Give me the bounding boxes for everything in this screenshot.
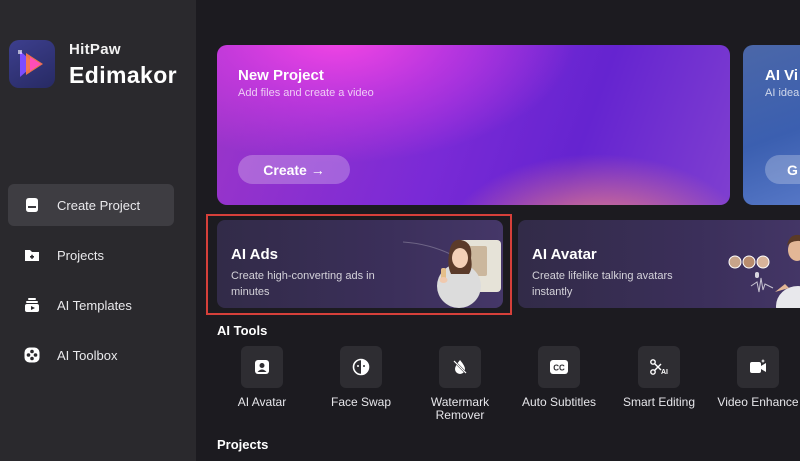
ai-ads-highlight-box: [206, 214, 512, 315]
tool-label: Auto Subtitles: [521, 395, 597, 409]
svg-text:AI: AI: [661, 369, 668, 376]
cc-subtitles-icon: CC: [538, 346, 580, 388]
new-project-banner[interactable]: New Project Add files and create a video…: [217, 45, 730, 205]
new-project-subtitle: Add files and create a video: [238, 87, 374, 99]
sidebar-item-label: Create Project: [57, 197, 141, 213]
projects-section-title: Projects: [217, 437, 269, 452]
ai-avatar-card[interactable]: AI Avatar Create lifelike talking avatar…: [518, 220, 800, 308]
ai-video-title: AI Vi: [765, 67, 799, 84]
tool-face-swap[interactable]: Face Swap: [313, 346, 409, 409]
edimakor-logo: [9, 40, 55, 88]
new-project-title: New Project: [238, 67, 324, 84]
ai-avatar-icon: [241, 346, 283, 388]
tool-label: Face Swap: [330, 395, 392, 409]
projects-folder-icon: [22, 245, 42, 265]
ai-avatar-title: AI Avatar: [532, 246, 597, 263]
tool-label: AI Avatar: [237, 395, 287, 409]
sidebar-item-ai-templates[interactable]: AI Templates: [8, 284, 174, 326]
sidebar: HitPaw Edimakor Create Project Projects …: [0, 0, 196, 461]
create-project-icon: [22, 195, 42, 215]
smart-editing-icon: AI: [638, 346, 680, 388]
tool-ai-avatar[interactable]: AI Avatar: [214, 346, 310, 409]
sidebar-item-label: AI Templates: [57, 297, 132, 313]
tool-label: Video Enhance: [717, 395, 799, 409]
svg-text:CC: CC: [553, 364, 565, 373]
tool-watermark-remover[interactable]: Watermark Remover: [412, 346, 508, 422]
sidebar-item-create-project[interactable]: Create Project: [8, 184, 174, 226]
ai-tools-section-title: AI Tools: [217, 323, 268, 338]
ai-video-button[interactable]: G: [765, 155, 800, 184]
tool-label: Smart Editing: [622, 395, 696, 409]
video-enhance-icon: [737, 346, 779, 388]
ai-toolbox-icon: [22, 345, 42, 365]
ai-video-button-label: G: [787, 161, 798, 178]
sidebar-item-ai-toolbox[interactable]: AI Toolbox: [8, 334, 174, 376]
ai-avatar-subtitle: Create lifelike talking avatars instantl…: [532, 270, 673, 298]
brand-name: Edimakor: [69, 62, 178, 88]
tool-video-enhance[interactable]: Video Enhance: [710, 346, 800, 409]
create-button-label: Create →: [263, 161, 325, 178]
brand-name-small: HitPaw: [69, 41, 121, 58]
face-swap-icon: [340, 346, 382, 388]
ai-video-subtitle: AI idea: [765, 87, 800, 99]
tool-smart-editing[interactable]: AI Smart Editing: [611, 346, 707, 409]
sidebar-item-label: Projects: [57, 247, 104, 263]
ai-avatar-illustration: [728, 234, 800, 308]
tool-label: Watermark Remover: [430, 395, 490, 422]
sidebar-item-projects[interactable]: Projects: [8, 234, 174, 276]
tool-auto-subtitles[interactable]: CC Auto Subtitles: [511, 346, 607, 409]
ai-templates-icon: [22, 295, 42, 315]
ai-video-banner[interactable]: AI Vi AI idea G: [743, 45, 800, 205]
create-button[interactable]: Create →: [238, 155, 350, 184]
sidebar-item-label: AI Toolbox: [57, 347, 118, 363]
watermark-remover-icon: [439, 346, 481, 388]
